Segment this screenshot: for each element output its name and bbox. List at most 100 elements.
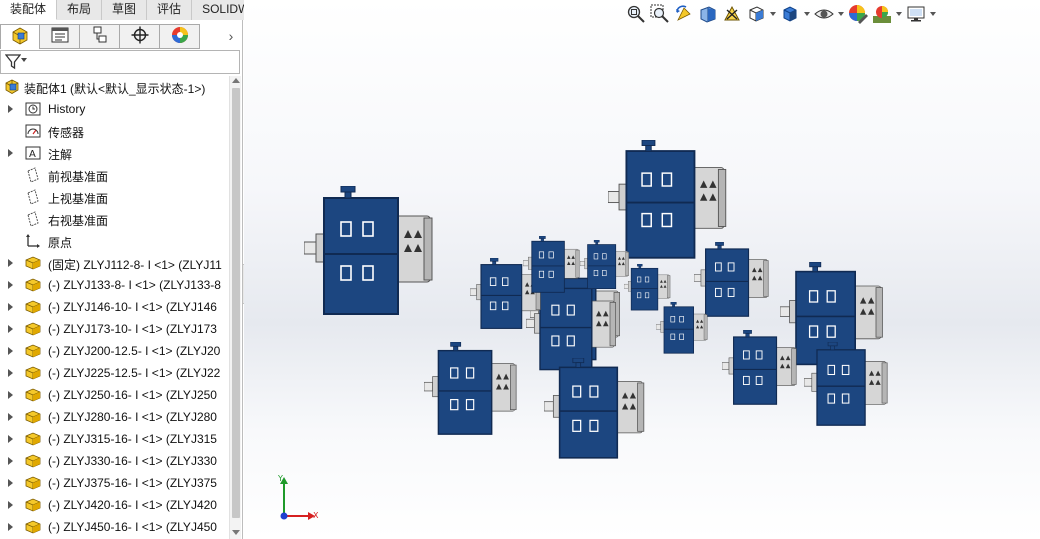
tree-item[interactable]: (-) ZLYJ280-16- I <1> (ZLYJ280 — [0, 406, 228, 428]
motor-model[interactable] — [423, 341, 519, 439]
tree-item[interactable]: (-) ZLYJ450-16- I <1> (ZLYJ450 — [0, 516, 228, 538]
annotation-icon: A — [24, 144, 42, 162]
motor-model[interactable] — [303, 185, 436, 319]
expand-arrow-icon[interactable] — [8, 149, 13, 157]
tree-item[interactable]: History — [0, 98, 228, 120]
command-tab-1[interactable]: 布局 — [57, 0, 103, 20]
chevron-down-icon[interactable] — [928, 2, 938, 26]
expand-arrow-icon[interactable] — [8, 105, 13, 113]
tree-item-label: (-) ZLYJ420-16- I <1> (ZLYJ420 — [48, 498, 217, 512]
apply-scene-icon[interactable] — [870, 2, 894, 26]
tree-item[interactable]: (固定) ZLYJ112-8- I <1> (ZLYJ11 — [0, 252, 228, 274]
dynamic-annotation-icon[interactable] — [720, 2, 744, 26]
tree-item-label: (-) ZLYJ450-16- I <1> (ZLYJ450 — [48, 520, 217, 534]
expand-arrow-icon[interactable] — [8, 523, 13, 531]
expand-arrow-icon[interactable] — [8, 281, 13, 289]
tree-item[interactable]: (-) ZLYJ133-8- I <1> (ZLYJ133-8 — [0, 274, 228, 296]
zoom-to-fit-icon[interactable] — [624, 2, 648, 26]
tree-item[interactable]: (-) ZLYJ250-16- I <1> (ZLYJ250 — [0, 384, 228, 406]
expand-arrow-icon[interactable] — [8, 347, 13, 355]
tree-item[interactable]: (-) ZLYJ315-16- I <1> (ZLYJ315 — [0, 428, 228, 450]
view-settings-icon[interactable] — [904, 2, 928, 26]
reference-triad: Y X — [270, 474, 330, 524]
edit-appearance-icon[interactable] — [846, 2, 870, 26]
tree-item[interactable]: 前视基准面 — [0, 164, 228, 186]
plane-icon — [24, 188, 42, 206]
property-manager-icon — [51, 27, 69, 46]
tree-item[interactable]: (-) ZLYJ330-16- I <1> (ZLYJ330 — [0, 450, 228, 472]
expand-arrow-icon[interactable] — [8, 479, 13, 487]
expand-arrow-icon[interactable] — [8, 325, 13, 333]
expand-arrow-icon[interactable] — [8, 259, 13, 267]
filter-icon[interactable] — [4, 53, 22, 74]
part-icon — [24, 518, 42, 536]
motor-model[interactable] — [803, 341, 890, 430]
scroll-up-icon[interactable] — [232, 78, 240, 83]
tree-item[interactable]: A 注解 — [0, 142, 228, 164]
motor-model[interactable] — [543, 357, 647, 462]
motor-model[interactable] — [721, 329, 799, 408]
tree-item-label: (-) ZLYJ133-8- I <1> (ZLYJ133-8 — [48, 278, 221, 292]
feature-tree: 装配体1 (默认<默认_显示状态-1>) History 传感器 A 注解前视基准面上… — [0, 76, 228, 539]
expand-arrow-icon[interactable] — [8, 391, 13, 399]
tree-item[interactable]: 上视基准面 — [0, 186, 228, 208]
expand-arrow-icon[interactable] — [8, 435, 13, 443]
manager-tab-2[interactable] — [80, 24, 120, 49]
chevron-down-icon[interactable] — [836, 2, 846, 26]
chevron-down-icon[interactable] — [21, 58, 27, 62]
expand-arrow-icon[interactable] — [8, 413, 13, 421]
command-tab-2[interactable]: 草图 — [102, 0, 148, 20]
command-tab-0[interactable]: 装配体 — [0, 0, 58, 20]
tree-filter-bar[interactable] — [0, 50, 240, 74]
tree-item[interactable]: (-) ZLYJ173-10- I <1> (ZLYJ173 — [0, 318, 228, 340]
tree-item[interactable]: (-) ZLYJ375-16- I <1> (ZLYJ375 — [0, 472, 228, 494]
graphics-area[interactable]: Y X — [244, 0, 1040, 539]
motor-model[interactable] — [522, 235, 581, 296]
tree-item[interactable]: 右视基准面 — [0, 208, 228, 230]
motor-model[interactable] — [579, 239, 630, 292]
plane-icon — [24, 166, 42, 184]
part-icon — [24, 276, 42, 294]
section-view-icon[interactable] — [696, 2, 720, 26]
command-tab-3[interactable]: 评估 — [147, 0, 193, 20]
tree-item[interactable]: 传感器 — [0, 120, 228, 142]
tree-item-label: (-) ZLYJ225-12.5- I <1> (ZLYJ22 — [48, 366, 221, 380]
scroll-thumb[interactable] — [232, 88, 240, 518]
chevron-down-icon[interactable] — [802, 2, 812, 26]
tree-item-label: (-) ZLYJ330-16- I <1> (ZLYJ330 — [48, 454, 217, 468]
part-icon — [24, 430, 42, 448]
expand-arrow-icon[interactable] — [8, 303, 13, 311]
display-manager-icon — [171, 26, 189, 47]
expand-arrow-icon[interactable] — [8, 457, 13, 465]
tree-item[interactable]: (-) ZLYJ200-12.5- I <1> (ZLYJ20 — [0, 340, 228, 362]
chevron-right-icon[interactable]: › — [224, 28, 238, 44]
manager-tab-1[interactable] — [40, 24, 80, 49]
expand-arrow-icon[interactable] — [8, 369, 13, 377]
tree-item-label: 右视基准面 — [48, 214, 109, 228]
chevron-down-icon[interactable] — [894, 2, 904, 26]
tree-item-label: 前视基准面 — [48, 170, 109, 184]
manager-tab-4[interactable] — [160, 24, 200, 49]
chevron-down-icon[interactable] — [768, 2, 778, 26]
zoom-to-area-icon[interactable] — [648, 2, 672, 26]
tree-item-label: (-) ZLYJ146-10- I <1> (ZLYJ146 — [48, 300, 217, 314]
manager-tab-3[interactable] — [120, 24, 160, 49]
tree-item[interactable]: (-) ZLYJ225-12.5- I <1> (ZLYJ22 — [0, 362, 228, 384]
tree-root[interactable]: 装配体1 (默认<默认_显示状态-1>) — [0, 76, 228, 98]
scroll-down-icon[interactable] — [232, 530, 240, 535]
display-style-icon[interactable] — [778, 2, 802, 26]
tree-item[interactable]: (-) ZLYJ146-10- I <1> (ZLYJ146 — [0, 296, 228, 318]
tree-item-label: History — [48, 102, 86, 116]
tree-item[interactable]: (-) ZLYJ420-16- I <1> (ZLYJ420 — [0, 494, 228, 516]
view-orientation-icon[interactable] — [744, 2, 768, 26]
hide-show-items-icon[interactable] — [812, 2, 836, 26]
tree-item-label: (-) ZLYJ375-16- I <1> (ZLYJ375 — [48, 476, 217, 490]
previous-view-icon[interactable] — [672, 2, 696, 26]
part-icon — [24, 496, 42, 514]
motor-model[interactable] — [655, 301, 709, 357]
manager-tab-0[interactable] — [0, 24, 40, 49]
tree-item[interactable]: 原点 — [0, 230, 228, 252]
heads-up-view-toolbar — [624, 2, 938, 26]
expand-arrow-icon[interactable] — [8, 501, 13, 509]
tree-scrollbar[interactable] — [229, 76, 241, 539]
